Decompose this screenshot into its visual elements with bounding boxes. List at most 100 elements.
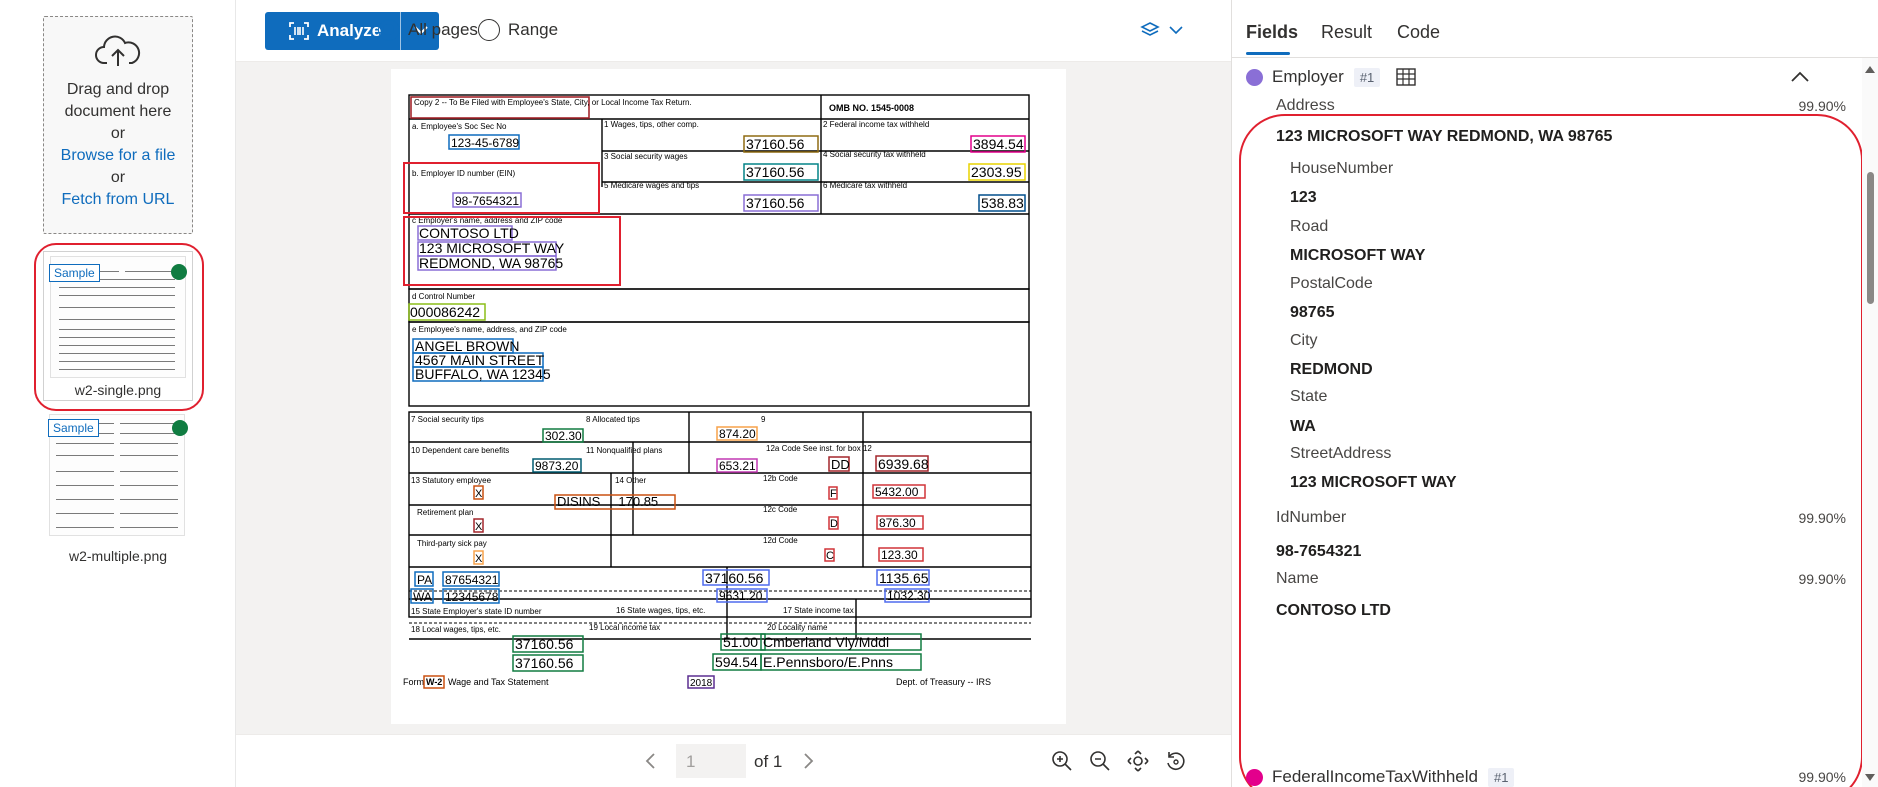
results-tabs: Fields Result Code <box>1232 0 1878 58</box>
field-value-state[interactable]: WA <box>1290 418 1316 436</box>
field-value-road[interactable]: MICROSOFT WAY <box>1290 247 1425 265</box>
confidence-federal-tax: 99.90% <box>1798 769 1846 785</box>
box10-value: 9873.20 <box>535 459 579 473</box>
box6-label: 6 Medicare tax withheld <box>823 181 907 190</box>
ein-label: b. Employer ID number (EIN) <box>412 169 515 178</box>
chevron-left-icon[interactable] <box>642 751 660 771</box>
field-label-address: Address <box>1276 97 1335 114</box>
employer-line-3: REDMOND, WA 98765 <box>419 255 563 271</box>
box9-label: 9 <box>761 415 766 424</box>
chevron-up-icon[interactable] <box>1789 70 1811 84</box>
layers-icon <box>1140 22 1160 36</box>
chevron-down-icon <box>1169 26 1183 35</box>
box2-value: 3894.54 <box>973 136 1024 152</box>
table-icon[interactable] <box>1396 68 1416 86</box>
instance-tag: #1 <box>1487 767 1515 787</box>
field-group-federal-income-tax[interactable]: FederalIncomeTaxWithheld #1 <box>1246 767 1515 787</box>
check-mark: X <box>475 488 483 500</box>
box12d-code: C <box>826 550 834 562</box>
field-value-name[interactable]: CONTOSO LTD <box>1276 602 1391 620</box>
or-text: or <box>110 169 126 186</box>
drop-text-2: document here <box>64 103 172 120</box>
drop-zone[interactable]: Drag and drop document here or Browse fo… <box>43 16 193 234</box>
box10-label: 10 Dependent care benefits <box>411 446 509 455</box>
box14-value: DISINS 170.85 <box>557 494 658 509</box>
state-2: WA <box>413 590 432 604</box>
or-text: or <box>110 125 126 142</box>
tab-code[interactable]: Code <box>1397 22 1440 43</box>
field-value-city[interactable]: REDMOND <box>1290 361 1373 379</box>
federal-tax-color-dot <box>1246 768 1263 786</box>
file-thumbnail-w2-single[interactable]: Sample w2-single.png <box>43 251 193 401</box>
analyze-icon <box>289 22 309 40</box>
check-mark: X <box>475 553 483 565</box>
confidence-name: 99.90% <box>1798 571 1846 587</box>
results-panel: Fields Result Code Employer #1 Address 9… <box>1231 0 1878 787</box>
box12c-code: D <box>830 518 838 530</box>
field-group-employer[interactable]: Employer #1 <box>1246 67 1416 87</box>
state-wages-2: 9631.20 <box>719 589 763 603</box>
employee-label: e Employee's name, address, and ZIP code <box>412 325 567 334</box>
box13-label: 13 Statutory employee <box>411 476 492 485</box>
rotate-icon[interactable] <box>1164 749 1188 773</box>
field-value-housenumber[interactable]: 123 <box>1290 189 1317 207</box>
box12b-code: F <box>830 488 837 500</box>
tab-fields[interactable]: Fields <box>1246 22 1298 43</box>
form-year: 2018 <box>690 678 713 689</box>
field-value-address[interactable]: 123 MICROSOFT WAY REDMOND, WA 98765 <box>1276 128 1612 146</box>
box12b-amount: 5432.00 <box>875 485 919 499</box>
box11-label: 11 Nonqualified plans <box>586 446 662 455</box>
field-label-streetaddress: StreetAddress <box>1290 445 1392 462</box>
box4-label: 4 Social security tax withheld <box>823 150 926 159</box>
page-number-input[interactable]: 1 <box>676 744 746 778</box>
copy-header: Copy 2 -- To Be Filed with Employee's St… <box>414 98 692 107</box>
control-label: d Control Number <box>412 292 475 301</box>
fit-page-icon[interactable] <box>1126 749 1150 773</box>
ssn-value: 123-45-6789 <box>451 136 519 150</box>
scroll-up-arrow-icon[interactable] <box>1865 66 1875 73</box>
radio-all-pages-label: All pages <box>408 20 478 39</box>
ssn-label: a. Employee's Soc Sec No <box>412 122 507 131</box>
box14-label: 14 Other <box>615 476 646 485</box>
field-value-postalcode[interactable]: 98765 <box>1290 304 1335 322</box>
state-tax-1: 1135.65 <box>879 570 929 586</box>
group-name: Employer <box>1272 67 1344 86</box>
radio-circle <box>478 19 500 41</box>
file-thumbnail-w2-multiple[interactable]: Sample w2-multiple.png <box>43 414 193 564</box>
field-value-streetaddress[interactable]: 123 MICROSOFT WAY <box>1290 474 1457 492</box>
confidence-address: 99.90% <box>1798 98 1846 114</box>
field-label-housenumber: HouseNumber <box>1290 160 1394 177</box>
scroll-thumb[interactable] <box>1867 172 1874 304</box>
confidence-idnumber: 99.90% <box>1798 510 1846 526</box>
radio-all-pages[interactable]: All pages <box>378 19 478 41</box>
fetch-url-link[interactable]: Fetch from URL <box>44 189 192 211</box>
form-label-pre: Form <box>403 677 424 687</box>
check-mark: X <box>475 521 483 533</box>
box8-value: 874.20 <box>719 427 756 441</box>
box1-label: 1 Wages, tips, other comp. <box>604 120 699 129</box>
field-list: Employer #1 Address 99.90% 123 MICROSOFT… <box>1232 58 1862 787</box>
box12d-amount: 123.30 <box>881 548 918 562</box>
field-label-idnumber: IdNumber <box>1276 509 1347 526</box>
omb-number: OMB NO. 1545-0008 <box>829 103 914 113</box>
field-list-scrollbar[interactable] <box>1862 58 1878 787</box>
field-value-idnumber[interactable]: 98-7654321 <box>1276 543 1361 561</box>
local-wages-1: 37160.56 <box>515 636 574 652</box>
radio-range[interactable]: Range <box>478 19 558 41</box>
browse-file-link[interactable]: Browse for a file <box>44 145 192 167</box>
scroll-down-arrow-icon[interactable] <box>1865 774 1875 781</box>
ein-value: 98-7654321 <box>455 194 519 208</box>
local-tax-1: 51.00 <box>723 634 758 650</box>
group-name: FederalIncomeTaxWithheld <box>1272 767 1478 786</box>
tab-result[interactable]: Result <box>1321 22 1372 43</box>
zoom-out-icon[interactable] <box>1088 749 1112 773</box>
layers-dropdown[interactable] <box>1140 20 1188 42</box>
document-page: Copy 2 -- To Be Filed with Employee's St… <box>391 69 1066 724</box>
form-label-post: Wage and Tax Statement <box>448 677 549 687</box>
sample-badge: Sample <box>48 419 99 437</box>
zoom-in-icon[interactable] <box>1050 749 1074 773</box>
drop-text-1: Drag and drop <box>66 81 170 98</box>
box3-value: 37160.56 <box>746 164 805 180</box>
box12a-code: DD <box>831 457 850 472</box>
chevron-right-icon[interactable] <box>799 751 817 771</box>
